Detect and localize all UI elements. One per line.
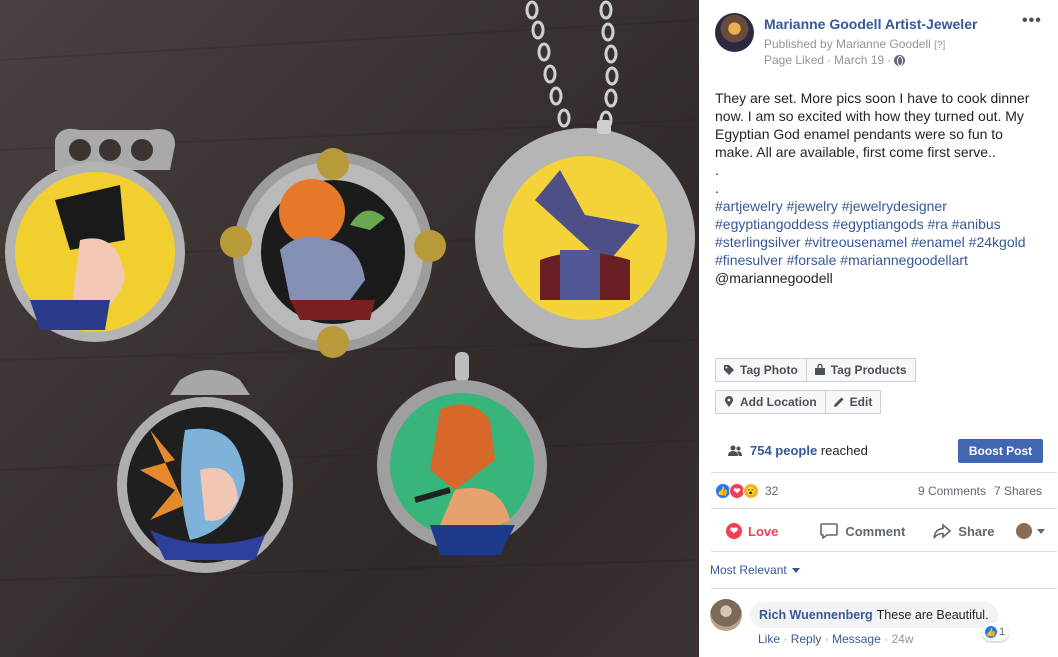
tag-photo-label: Tag Photo bbox=[740, 363, 798, 377]
reach-count-link[interactable]: 754 people bbox=[750, 443, 817, 458]
reach-summary: 754 people reached bbox=[728, 443, 868, 458]
photo-toolbar-row-2: Add Location Edit bbox=[715, 390, 882, 414]
post-details-pane: Marianne Goodell Artist-Jeweler Publishe… bbox=[699, 0, 1058, 657]
share-button[interactable]: Share bbox=[933, 523, 994, 539]
chevron-down-icon[interactable] bbox=[1037, 528, 1046, 534]
divider bbox=[711, 508, 1057, 509]
pendant-anubis bbox=[475, 120, 695, 348]
pendant-cleopatra bbox=[117, 370, 293, 573]
comment-bubble-icon bbox=[820, 523, 839, 539]
tag-icon bbox=[724, 365, 734, 375]
divider bbox=[711, 472, 1057, 473]
comment-bubble: Rich Wuennenberg These are Beautiful. bbox=[750, 602, 998, 628]
hashtag-line[interactable]: #artjewelry #jewelry #jewelrydesigner bbox=[715, 197, 1047, 215]
post-text-line: make. All are available, first come firs… bbox=[715, 144, 996, 160]
post-meta: Page Liked · March 19 · bbox=[764, 53, 906, 67]
published-by-text[interactable]: Published by Marianne Goodell bbox=[764, 37, 931, 51]
share-label: Share bbox=[958, 523, 995, 539]
reaction-count: 32 bbox=[765, 484, 779, 498]
post-actions-bar: ❤ Love Comment Share bbox=[711, 516, 1051, 546]
post-text-line: . bbox=[715, 180, 719, 196]
share-arrow-icon bbox=[933, 523, 952, 539]
photo-toolbar-row-1: Tag Photo Tag Products bbox=[715, 358, 916, 382]
published-by: Published by Marianne Goodell [?] bbox=[764, 37, 945, 51]
pendants-photo-illustration bbox=[0, 0, 699, 581]
reactions-summary[interactable]: 👍 ❤ 😮 32 bbox=[715, 483, 778, 499]
hashtag-line[interactable]: #sterlingsilver #vitreousenamel #enamel … bbox=[715, 233, 1047, 251]
comment-label: Comment bbox=[845, 523, 906, 539]
page-avatar[interactable] bbox=[715, 13, 754, 52]
page-name-link[interactable]: Marianne Goodell Artist-Jeweler bbox=[764, 16, 977, 32]
comment-text: These are Beautiful. bbox=[876, 608, 989, 622]
pencil-icon bbox=[833, 397, 844, 407]
post-text-line: now. I am so excited with how they turne… bbox=[715, 108, 1024, 124]
mention-text: @mariannegoodell bbox=[715, 270, 833, 286]
meta-separator: · bbox=[827, 53, 832, 67]
shares-count-link[interactable]: 7 Shares bbox=[994, 484, 1042, 498]
post-text-line: They are set. More pics soon I have to c… bbox=[715, 90, 1030, 106]
boost-post-button[interactable]: Boost Post bbox=[958, 439, 1043, 463]
divider bbox=[711, 588, 1057, 589]
location-pin-icon bbox=[725, 396, 733, 407]
edit-button[interactable]: Edit bbox=[825, 390, 882, 414]
pendant-nefertiti bbox=[5, 128, 185, 342]
hashtag-line[interactable]: #egyptiangoddess #egyptiangods #ra #anib… bbox=[715, 215, 1047, 233]
hashtag-line[interactable]: #finesulver #forsale #mariannegoodellart bbox=[715, 251, 1047, 269]
comment-like-link[interactable]: Like bbox=[758, 632, 780, 646]
tag-products-button[interactable]: Tag Products bbox=[806, 358, 916, 382]
comment-like-count: 1 bbox=[999, 626, 1006, 638]
pendant-ra bbox=[220, 148, 446, 358]
meta-separator: · bbox=[783, 632, 788, 646]
pendant-osiris bbox=[377, 352, 547, 555]
meta-separator: · bbox=[887, 53, 892, 67]
love-label: Love bbox=[748, 523, 779, 539]
meta-separator: · bbox=[824, 632, 829, 646]
edit-label: Edit bbox=[849, 395, 873, 409]
comment-author-link[interactable]: Rich Wuennenberg bbox=[759, 608, 873, 622]
sort-label: Most Relevant bbox=[710, 563, 787, 577]
published-by-help[interactable]: [?] bbox=[934, 40, 945, 51]
engagement-stats: 9 Comments 7 Shares bbox=[918, 484, 1042, 498]
meta-separator: · bbox=[884, 632, 889, 646]
divider bbox=[711, 551, 1057, 552]
comment-time[interactable]: 24w bbox=[891, 632, 913, 646]
necklace-chain bbox=[525, 0, 619, 130]
add-location-label: Add Location bbox=[740, 395, 817, 409]
post-as-avatar[interactable] bbox=[1016, 523, 1033, 539]
comment-sort-dropdown[interactable]: Most Relevant bbox=[710, 563, 800, 577]
public-globe-icon[interactable] bbox=[894, 54, 906, 66]
wow-reaction-icon: 😮 bbox=[743, 483, 759, 499]
comment-actions: Like · Reply · Message · 24w bbox=[758, 632, 913, 646]
tag-photo-button[interactable]: Tag Photo bbox=[715, 358, 807, 382]
commenter-avatar[interactable] bbox=[710, 599, 742, 631]
comment-reaction-badge[interactable]: 👍 1 bbox=[982, 623, 1010, 641]
reach-suffix: reached bbox=[820, 443, 868, 458]
post-text-line: Egyptian God enamel pendants were so fun… bbox=[715, 126, 1003, 142]
love-button[interactable]: ❤ Love bbox=[725, 522, 778, 540]
comment-reply-link[interactable]: Reply bbox=[791, 632, 822, 646]
people-icon bbox=[728, 445, 742, 456]
heart-icon: ❤ bbox=[725, 522, 743, 540]
post-text-line: . bbox=[715, 162, 719, 178]
add-location-button[interactable]: Add Location bbox=[715, 390, 826, 414]
post-photo[interactable] bbox=[0, 0, 699, 657]
post-text: They are set. More pics soon I have to c… bbox=[715, 89, 1047, 287]
more-options-icon[interactable]: ••• bbox=[1022, 12, 1042, 30]
post-date[interactable]: March 19 bbox=[834, 53, 884, 67]
chevron-down-icon bbox=[791, 567, 800, 573]
tag-products-label: Tag Products bbox=[830, 363, 907, 377]
comments-count-link[interactable]: 9 Comments bbox=[918, 484, 986, 498]
comment-message-link[interactable]: Message bbox=[832, 632, 881, 646]
shopping-bag-icon bbox=[814, 364, 825, 375]
page-liked-text[interactable]: Page Liked bbox=[764, 53, 824, 67]
like-reaction-icon: 👍 bbox=[984, 625, 998, 639]
comment-button[interactable]: Comment bbox=[820, 523, 905, 539]
